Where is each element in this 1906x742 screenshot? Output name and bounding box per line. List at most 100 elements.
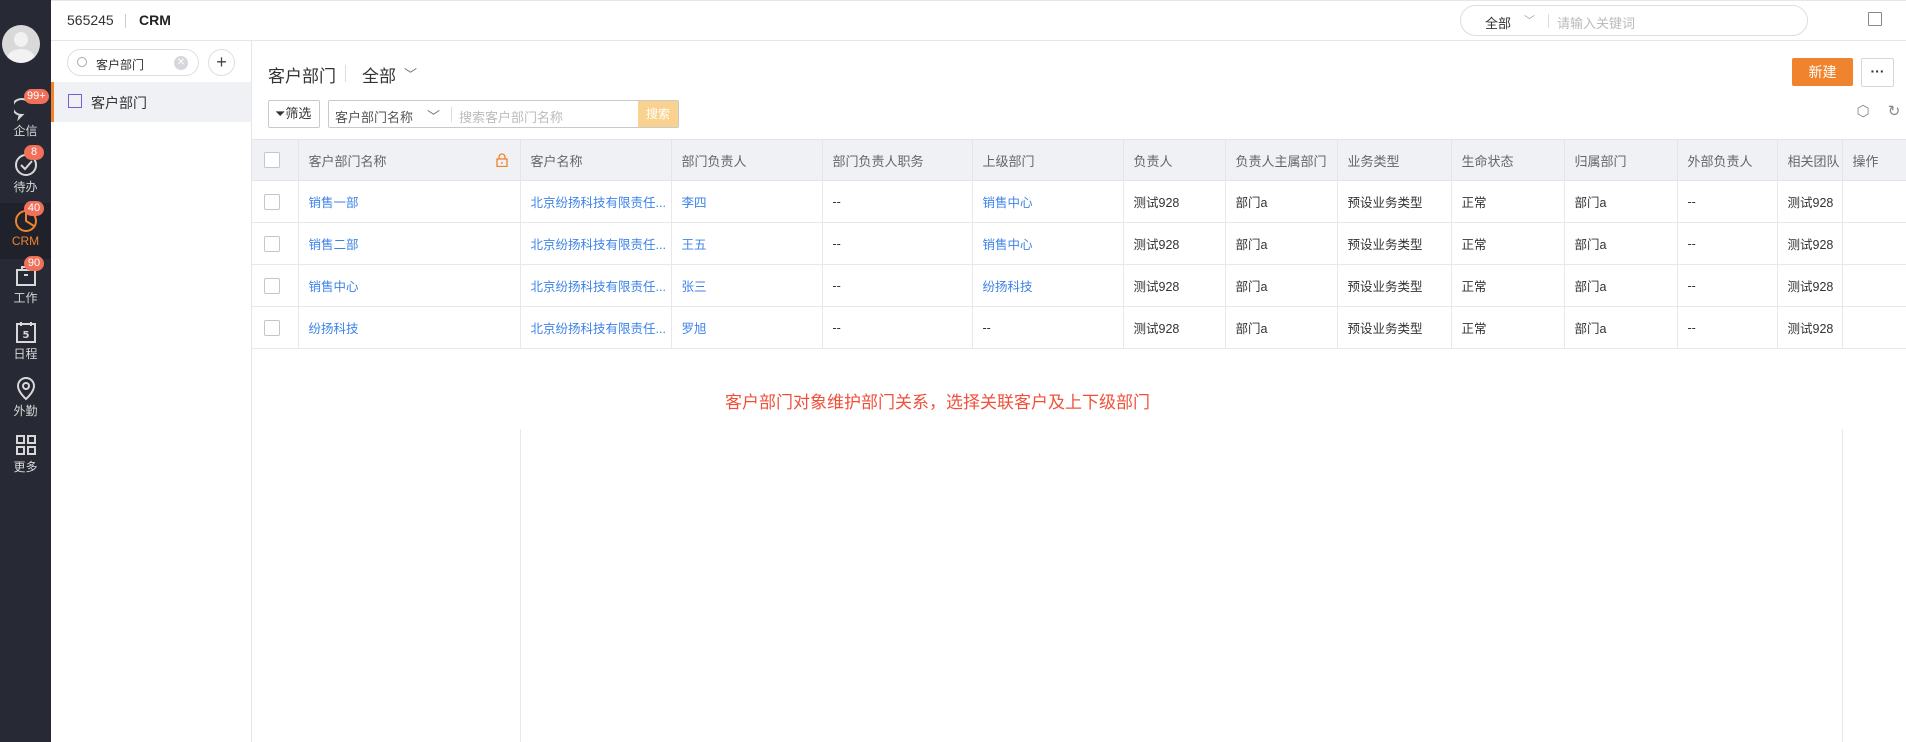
global-search-input[interactable]: 请输入关键词 xyxy=(1557,13,1635,32)
column-header[interactable]: 负责人主属部门 xyxy=(1224,139,1338,181)
scope-select[interactable]: 全部 xyxy=(362,62,396,87)
column-header[interactable]: 客户名称 xyxy=(519,139,672,181)
svg-text:5: 5 xyxy=(22,330,29,341)
nav-item-4[interactable]: 5 日程 xyxy=(0,314,51,370)
table-row[interactable]: 销售中心 北京纷扬科技有限责任... 张三 -- 纷扬科技 测试928 部门a 预设业务类型正… xyxy=(252,264,1906,307)
nav-item-6[interactable]: 更多 xyxy=(0,427,51,483)
column-header[interactable]: 归属部门 xyxy=(1563,139,1678,181)
search-button[interactable]: 搜索 xyxy=(638,101,678,127)
filter-icon: ⏷ xyxy=(275,106,286,121)
row-checkbox[interactable] xyxy=(264,193,280,210)
table-cell: 预设业务类型 xyxy=(1336,180,1452,223)
left-nav: 99+ 企信 8 待办 40 CRM 90 工作 5 日程 外勤 更多 xyxy=(0,0,51,742)
row-checkbox[interactable] xyxy=(264,277,280,294)
table-cell[interactable]: 北京纷扬科技有限责任... xyxy=(519,306,672,349)
column-header[interactable]: 操作 xyxy=(1841,139,1906,181)
table-cell xyxy=(1841,264,1906,307)
chevron-down-icon[interactable]: ﹀ xyxy=(404,64,417,83)
table-cell[interactable]: 张三 xyxy=(670,264,823,307)
column-header[interactable]: 业务类型 xyxy=(1336,139,1452,181)
chevron-down-icon: ﹀ xyxy=(1524,15,1535,27)
column-header[interactable]: 部门负责人 xyxy=(670,139,823,181)
nav-item-label: 外勤 xyxy=(13,404,38,418)
nav-item-label: 日程 xyxy=(13,347,38,361)
table-cell[interactable]: 李四 xyxy=(670,180,823,223)
table-cell: -- xyxy=(821,306,973,349)
table-cell[interactable]: 罗旭 xyxy=(670,306,823,349)
table-row[interactable]: 销售一部 北京纷扬科技有限责任... 李四 -- 销售中心 测试928 部门a 预设业务类型正… xyxy=(252,180,1906,223)
column-header-label: 操作 xyxy=(1852,153,1879,169)
new-button[interactable]: 新建 xyxy=(1792,58,1853,86)
nav-item-0[interactable]: 99+ 企信 xyxy=(0,89,51,147)
nav-item-3[interactable]: 90 工作 xyxy=(0,256,51,314)
avatar[interactable] xyxy=(2,25,40,63)
list-search-input[interactable]: 搜索客户部门名称 xyxy=(459,107,563,126)
column-header[interactable]: 生命状态 xyxy=(1450,139,1565,181)
calendar-icon: 5 xyxy=(0,320,51,344)
notes-icon[interactable] xyxy=(1868,12,1882,26)
divider xyxy=(125,14,126,28)
nav-item-1[interactable]: 8 待办 xyxy=(0,145,51,203)
table-cell: 测试928 xyxy=(1122,222,1226,265)
column-header-label: 负责人主属部门 xyxy=(1235,153,1327,169)
table-cell[interactable]: 纷扬科技 xyxy=(297,306,521,349)
table-cell: -- xyxy=(821,180,973,223)
table-cell xyxy=(1841,180,1906,223)
table-cell[interactable]: 北京纷扬科技有限责任... xyxy=(519,180,672,223)
column-header[interactable]: 负责人 xyxy=(1122,139,1226,181)
table-cell: 测试928 xyxy=(1122,264,1226,307)
column-header[interactable]: 上级部门 xyxy=(971,139,1124,181)
settings-icon[interactable]: ⬡ xyxy=(1855,104,1871,120)
row-checkbox[interactable] xyxy=(264,235,280,252)
table-row[interactable]: 纷扬科技 北京纷扬科技有限责任... 罗旭 -- -- 测试928 部门a 预设业务类型 正常部… xyxy=(252,306,1906,349)
filter-button[interactable]: ⏷筛选 xyxy=(268,100,320,128)
search-field-select[interactable]: 客户部门名称 xyxy=(335,107,413,126)
column-header[interactable]: 相关团队 xyxy=(1776,139,1843,181)
table-cell[interactable]: 销售中心 xyxy=(971,180,1124,223)
table-cell xyxy=(1841,306,1906,349)
location-pin-icon xyxy=(0,377,51,401)
table-cell[interactable]: 纷扬科技 xyxy=(971,264,1124,307)
table-cell: -- xyxy=(971,306,1124,349)
table-cell: -- xyxy=(821,264,973,307)
column-header-label: 外部负责人 xyxy=(1687,153,1753,169)
table-cell[interactable]: 王五 xyxy=(670,222,823,265)
row-checkbox[interactable] xyxy=(264,319,280,336)
refresh-icon[interactable]: ↻ xyxy=(1886,104,1902,120)
table-cell[interactable]: 销售中心 xyxy=(971,222,1124,265)
row-checkbox-cell xyxy=(252,180,299,223)
nav-item-2[interactable]: 40 CRM xyxy=(0,201,51,259)
table-row[interactable]: 销售二部 北京纷扬科技有限责任... 王五 -- 销售中心 测试928 部门a 预设业务类型正… xyxy=(252,222,1906,265)
app-name: CRM xyxy=(139,12,171,28)
add-button[interactable]: + xyxy=(208,49,235,76)
lock-icon xyxy=(495,153,508,167)
nav-item-label: 企信 xyxy=(13,124,38,138)
column-header[interactable]: 客户部门名称 xyxy=(297,139,521,181)
column-header-label: 业务类型 xyxy=(1347,153,1400,169)
search-scope-select[interactable]: 全部 xyxy=(1485,13,1511,32)
clear-icon[interactable]: ✕ xyxy=(174,56,188,70)
more-button[interactable]: ··· xyxy=(1861,58,1894,87)
table-cell[interactable]: 销售一部 xyxy=(297,180,521,223)
column-header-label: 客户名称 xyxy=(530,153,583,169)
table-cell: 预设业务类型 xyxy=(1336,222,1452,265)
column-header[interactable]: 外部负责人 xyxy=(1676,139,1778,181)
unread-badge: 90 xyxy=(24,256,44,271)
table-cell[interactable]: 北京纷扬科技有限责任... xyxy=(519,222,672,265)
object-search-input[interactable]: 客户部门 ✕ xyxy=(67,49,199,76)
divider xyxy=(451,107,452,122)
table-cell: 测试928 xyxy=(1776,306,1843,349)
list-search: 客户部门名称 ﹀ 搜索客户部门名称 搜索 xyxy=(328,100,679,128)
chevron-down-icon[interactable]: ﹀ xyxy=(427,106,440,125)
table-cell: 部门a xyxy=(1563,264,1678,307)
department-icon xyxy=(68,94,82,108)
select-all-checkbox[interactable] xyxy=(264,152,280,169)
object-search-value[interactable]: 客户部门 xyxy=(96,56,144,73)
global-search[interactable]: 全部 ﹀ 请输入关键词 xyxy=(1460,5,1808,36)
table-cell[interactable]: 销售中心 xyxy=(297,264,521,307)
table-cell[interactable]: 销售二部 xyxy=(297,222,521,265)
sidebar-item-customer-department[interactable]: 客户部门 xyxy=(51,82,251,122)
column-header[interactable]: 部门负责人职务 xyxy=(821,139,973,181)
nav-item-5[interactable]: 外勤 xyxy=(0,371,51,427)
table-cell[interactable]: 北京纷扬科技有限责任... xyxy=(519,264,672,307)
